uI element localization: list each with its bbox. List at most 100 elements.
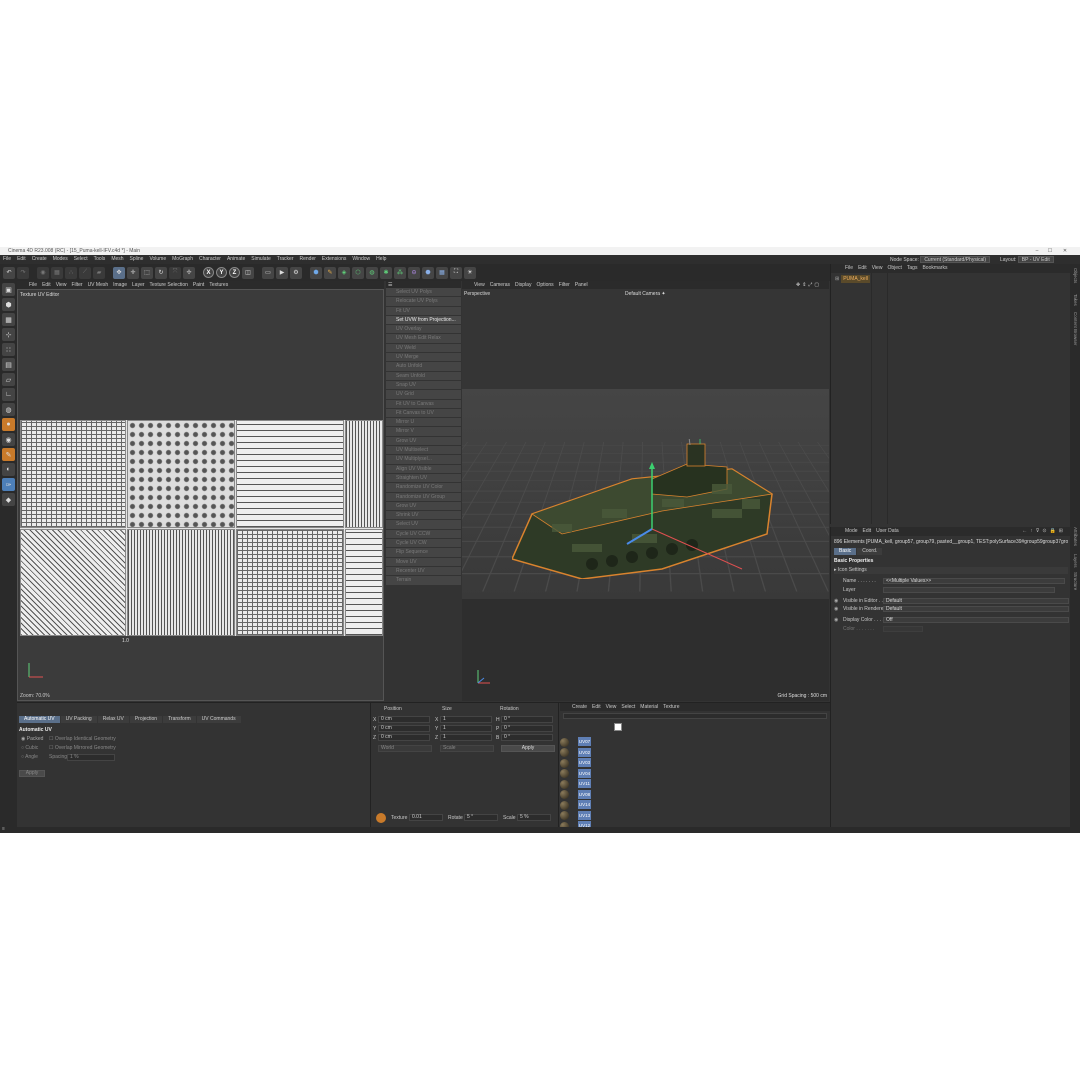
- attr-menu-mode[interactable]: Mode: [845, 527, 858, 536]
- render-picture-viewer-icon[interactable]: ▶: [276, 266, 288, 279]
- expand-icon[interactable]: ⊞: [835, 275, 839, 283]
- menu-mesh[interactable]: Mesh: [108, 255, 126, 264]
- uv-command-item[interactable]: Cycle UV CCW: [386, 529, 461, 540]
- uv-command-item[interactable]: Fit Canvas to UV: [386, 408, 461, 419]
- menu-window[interactable]: Window: [349, 255, 373, 264]
- texture-field[interactable]: 0.01: [409, 814, 443, 821]
- uv-command-item[interactable]: Select UV: [386, 520, 461, 530]
- menu-edit[interactable]: Edit: [14, 255, 29, 264]
- size-z-field[interactable]: 1: [440, 734, 492, 741]
- side-tab-layers[interactable]: Layers: [1073, 554, 1078, 568]
- uv-command-item[interactable]: Relocate UV Polys: [386, 297, 461, 307]
- cube-icon[interactable]: ⬢: [310, 266, 322, 279]
- icon-settings-group[interactable]: ▸ Icon Settings: [834, 567, 1068, 574]
- workplane-icon[interactable]: ▱: [2, 373, 15, 386]
- side-tab-content-browser[interactable]: Content Browser: [1073, 312, 1078, 346]
- uv-menu-edit[interactable]: Edit: [42, 281, 51, 289]
- undo-icon[interactable]: ↶: [3, 266, 15, 279]
- uv-command-item[interactable]: Flip Sequence: [386, 548, 461, 558]
- material-preview-thumb[interactable]: [614, 723, 622, 731]
- overlap-identical-checkbox[interactable]: ☐ Overlap Identical Geometry: [49, 736, 116, 742]
- live-select-icon[interactable]: ✥: [113, 266, 125, 279]
- uv-menu-uv-mesh[interactable]: UV Mesh: [88, 281, 109, 289]
- angle-radio[interactable]: ○ Angle: [21, 754, 38, 760]
- material-swatch[interactable]: [560, 769, 574, 779]
- uv-command-item[interactable]: Straighten UV: [386, 473, 461, 484]
- render-settings-icon[interactable]: ⚙: [290, 266, 302, 279]
- pen-icon[interactable]: ✎: [324, 266, 336, 279]
- mat-menu-material[interactable]: Material: [640, 703, 658, 711]
- side-tab-attributes[interactable]: Attributes: [1073, 527, 1078, 546]
- uv-command-item[interactable]: Grow UV: [386, 436, 461, 447]
- tab-automatic-uv[interactable]: Automatic UV: [19, 716, 60, 723]
- redo-icon[interactable]: ↷: [17, 266, 29, 279]
- uv-command-item[interactable]: Snap UV: [386, 380, 461, 391]
- model-mode-icon[interactable]: ◉: [37, 266, 49, 279]
- attr-display-color-dropdown[interactable]: Off: [883, 617, 1069, 623]
- position-x-field[interactable]: 0 cm: [378, 716, 430, 723]
- uv-command-item[interactable]: UV Mesh Edit Relax: [386, 334, 461, 344]
- uv-editor-panel[interactable]: Texture UV Editor 1.0 Zoom: 70.0%: [17, 289, 384, 701]
- material-label[interactable]: UV02: [578, 747, 591, 757]
- mat-menu-create[interactable]: Create: [572, 703, 587, 711]
- edges-mode-icon[interactable]: ⟋: [79, 266, 91, 279]
- menu-simulate[interactable]: Simulate: [248, 255, 273, 264]
- uv-command-item[interactable]: Terrain: [386, 576, 461, 586]
- attr-tab-coord[interactable]: Coord.: [857, 548, 883, 555]
- brush-icon[interactable]: ✎: [2, 448, 15, 461]
- attr-menu-edit[interactable]: Edit: [863, 527, 872, 536]
- attr-color-swatch[interactable]: [883, 626, 923, 632]
- coordinate-system-icon[interactable]: ◫: [242, 266, 254, 279]
- snap-icon[interactable]: ∟: [2, 388, 15, 401]
- side-tab-objects[interactable]: Objects: [1073, 268, 1078, 283]
- material-label[interactable]: UV08: [578, 789, 591, 799]
- vp-menu-view[interactable]: View: [474, 281, 485, 289]
- material-label[interactable]: UV13: [578, 810, 591, 820]
- uv-polygons-icon[interactable]: ▤: [2, 358, 15, 371]
- z-axis-icon[interactable]: Z: [229, 267, 240, 278]
- minimize-button[interactable]: –: [1030, 247, 1044, 255]
- uv-command-item[interactable]: Cycle UV CW: [386, 539, 461, 549]
- coord-apply-button[interactable]: Apply: [501, 745, 555, 752]
- material-swatch[interactable]: [560, 779, 574, 789]
- coord-scale-dropdown[interactable]: Scale: [440, 745, 494, 752]
- vp-menu-options[interactable]: Options: [536, 281, 553, 289]
- tank-model[interactable]: [512, 439, 774, 579]
- uv-command-item[interactable]: Grow UV: [386, 501, 461, 512]
- attr-layer-field[interactable]: [883, 587, 1055, 593]
- menu-help[interactable]: Help: [373, 255, 389, 264]
- attr-name-field[interactable]: <<Multiple Values>>: [883, 578, 1065, 584]
- uv-command-item[interactable]: UV Merge: [386, 353, 461, 363]
- viewport-nav-icons[interactable]: ✥⇕⤢▢: [796, 282, 821, 288]
- scale-icon[interactable]: ⬚: [141, 266, 153, 279]
- rotate-field[interactable]: 5 °: [464, 814, 498, 821]
- visible-renderer-radio[interactable]: ◉: [834, 606, 838, 612]
- uv-command-item[interactable]: Set UVW from Projection...: [386, 315, 461, 326]
- uv-command-item[interactable]: Shrink UV: [386, 511, 461, 521]
- material-swatch[interactable]: [560, 758, 574, 768]
- mat-menu-edit[interactable]: Edit: [592, 703, 601, 711]
- render-view-icon[interactable]: ▭: [262, 266, 274, 279]
- uv-command-item[interactable]: Randomize UV Group: [386, 492, 461, 502]
- menu-animate[interactable]: Animate: [224, 255, 248, 264]
- close-button[interactable]: ✕: [1058, 247, 1072, 255]
- menu-mograph[interactable]: MoGraph: [169, 255, 196, 264]
- uv-menu-file[interactable]: File: [29, 281, 37, 289]
- cloner-icon[interactable]: ⬡: [352, 266, 364, 279]
- material-label[interactable]: UV07: [578, 737, 591, 746]
- obj-menu-tags[interactable]: Tags: [907, 264, 918, 273]
- tab-transform[interactable]: Transform: [163, 716, 196, 723]
- material-search-field[interactable]: [563, 713, 827, 719]
- floor-icon[interactable]: ⬣: [422, 266, 434, 279]
- uv-command-item[interactable]: UV Overlay: [386, 325, 461, 335]
- uv-menu-image[interactable]: Image: [113, 281, 127, 289]
- tab-uv-commands[interactable]: UV Commands: [196, 716, 241, 723]
- rotate-icon[interactable]: ↻: [155, 266, 167, 279]
- uv-command-item[interactable]: Mirror V: [386, 427, 461, 437]
- uv-command-item[interactable]: Fit UV: [386, 306, 461, 316]
- obj-menu-view[interactable]: View: [872, 264, 883, 273]
- uv-command-item[interactable]: UV Multiplysel...: [386, 455, 461, 465]
- menu-file[interactable]: File: [0, 255, 14, 264]
- overlap-mirrored-checkbox[interactable]: ☐ Overlap Mirrored Geometry: [49, 745, 116, 751]
- visible-editor-radio[interactable]: ◉: [834, 598, 838, 604]
